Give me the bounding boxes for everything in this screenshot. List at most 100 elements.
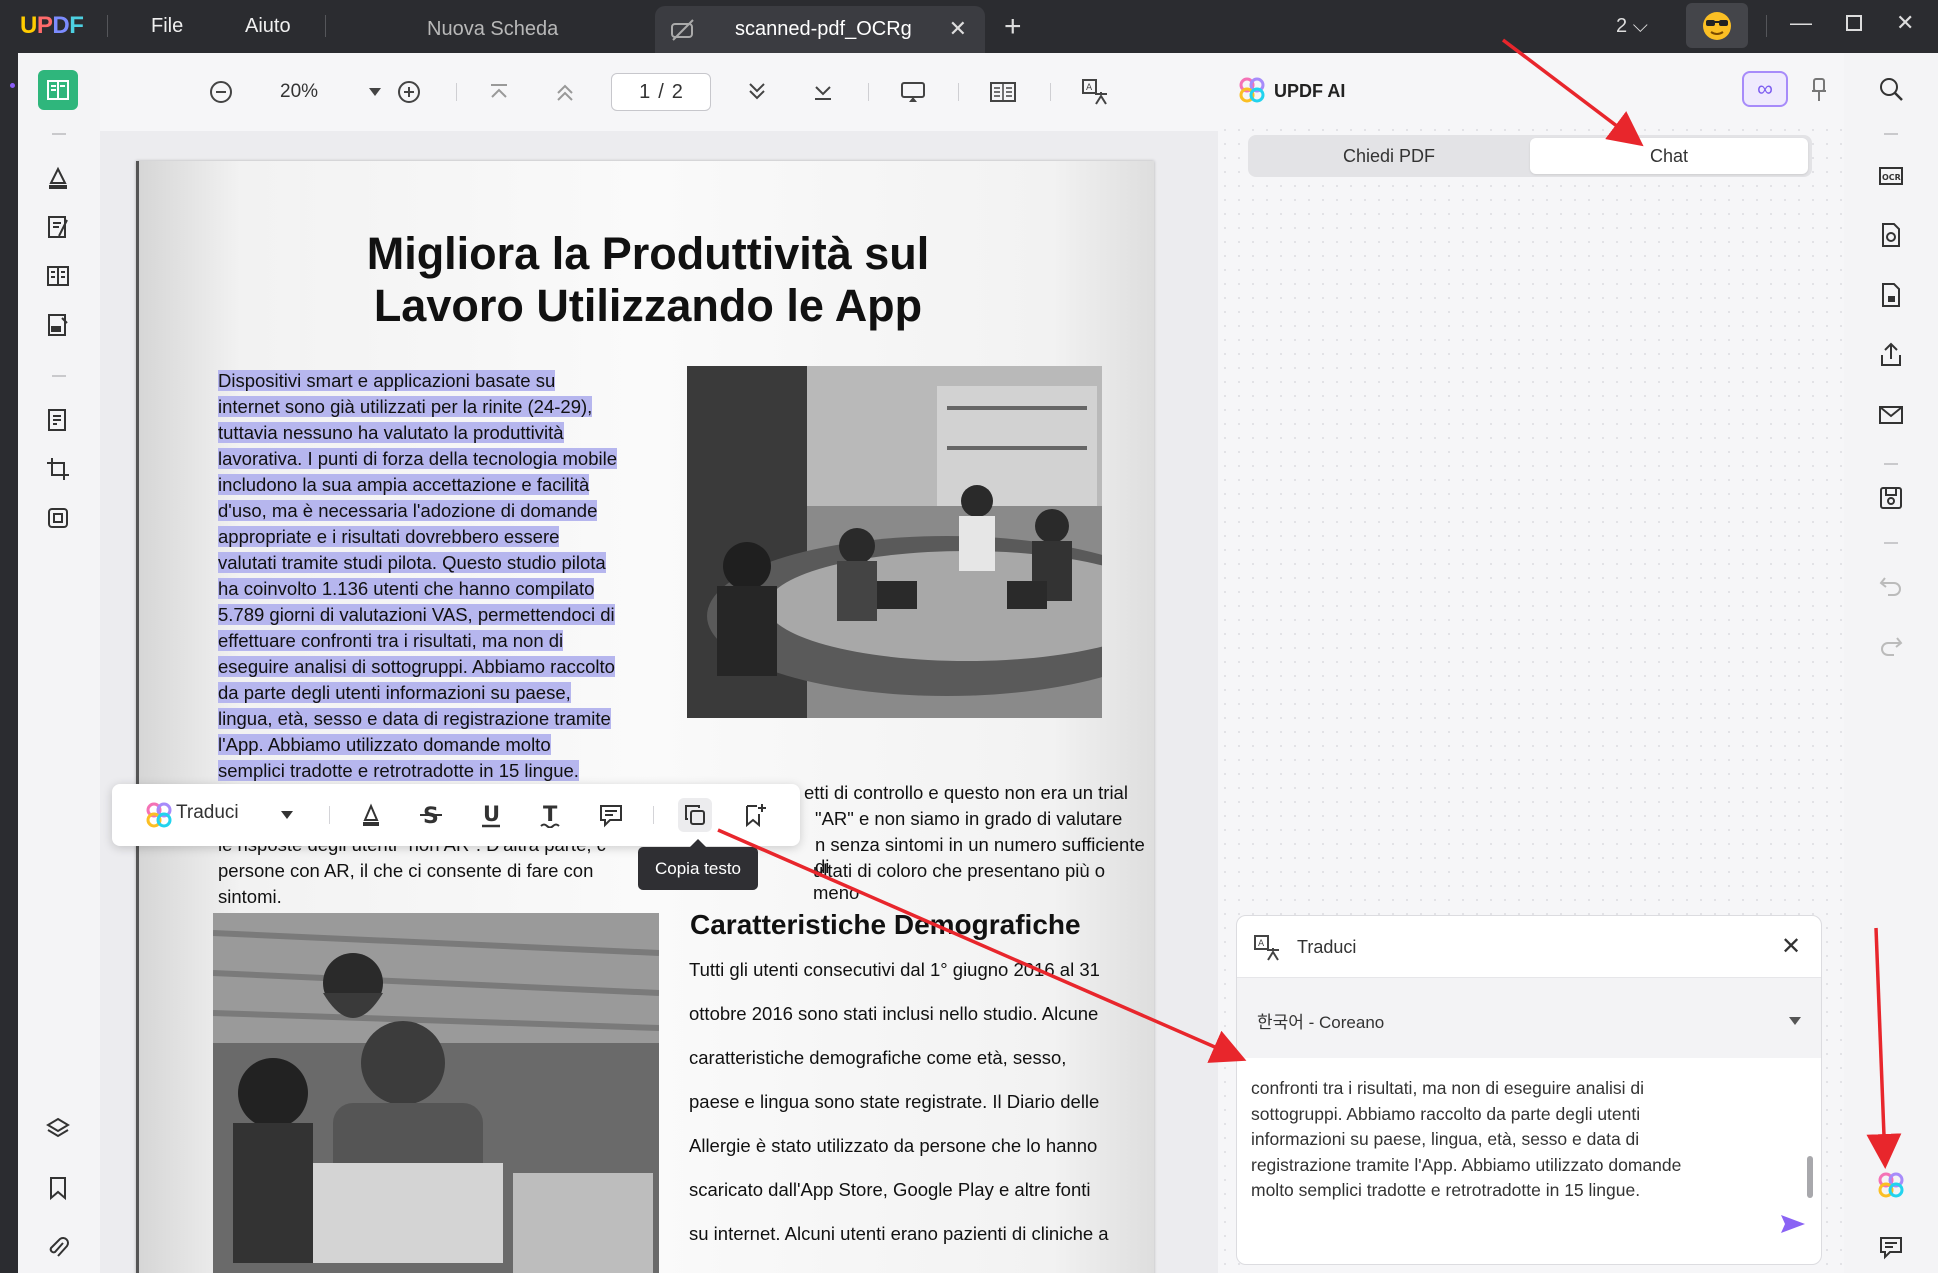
selected-line: l'App. Abbiamo utilizzato domande molto [218, 734, 551, 755]
chevron-down-icon: ⌵ [1632, 15, 1648, 37]
tab-document[interactable]: scanned-pdf_OCRg ✕ [655, 6, 985, 53]
last-page-icon[interactable] [806, 75, 840, 109]
tab-close-icon[interactable]: ✕ [949, 16, 967, 42]
copy-text-icon[interactable] [678, 798, 712, 832]
first-page-icon[interactable] [482, 75, 516, 109]
section-title: Caratteristiche Demografiche [690, 909, 1081, 940]
translate-scrollbar[interactable] [1807, 1156, 1813, 1198]
comment-tool-icon[interactable] [38, 158, 78, 198]
body-line-4b: ultati di coloro che presentano più o me… [813, 860, 1106, 903]
selected-line: appropriate e i risultati dovrebbero ess… [218, 526, 560, 547]
ocr-icon[interactable]: OCR [1873, 158, 1909, 194]
language-dropdown-icon [1789, 1012, 1801, 1030]
form-icon[interactable] [38, 305, 78, 345]
selected-line: tuttavia nessuno ha valutato la produtti… [218, 422, 564, 443]
selected-line: effettuare confronti tra i risultati, ma… [218, 630, 564, 651]
menu-help[interactable]: Aiuto [245, 15, 291, 38]
left-toolbar [10, 53, 100, 1273]
translate-card: A Traduci ✕ 한국어 - Coreano confronti tra … [1236, 915, 1822, 1265]
ai-panel: UPDF AI ∞ Chiedi PDF Chat A Traduci ✕ 한국… [1218, 53, 1844, 1273]
translate-input[interactable]: confronti tra i risultati, ma non di ese… [1251, 1076, 1801, 1204]
language-select[interactable]: 한국어 - Coreano [1237, 978, 1821, 1058]
pin-icon[interactable] [1810, 77, 1828, 108]
close-translate-icon[interactable]: ✕ [1781, 932, 1801, 961]
tab-ask-pdf[interactable]: Chiedi PDF [1251, 138, 1527, 174]
bookmark-icon[interactable] [38, 1168, 78, 1208]
translate-line: registrazione tramite l'App. Abbiamo uti… [1251, 1154, 1682, 1175]
office-meeting-photo [687, 366, 1102, 718]
squiggly-text-icon[interactable]: T [534, 798, 568, 832]
zoom-out-icon[interactable] [204, 75, 238, 109]
pdf-page: Migliora la Produttività sul Lavoro Util… [136, 161, 1154, 1273]
menu-file[interactable]: File [151, 15, 183, 38]
redo-icon[interactable] [1873, 627, 1909, 663]
zoom-dropdown-icon[interactable] [358, 75, 392, 109]
close-window-icon[interactable]: ✕ [1896, 10, 1914, 36]
translate-line: informazioni su paese, lingua, età, sess… [1251, 1129, 1640, 1149]
save-icon[interactable] [1873, 480, 1909, 516]
comment-icon[interactable] [594, 798, 628, 832]
layers-icon[interactable] [38, 1108, 78, 1148]
language-value: 한국어 - Coreano [1257, 1013, 1385, 1032]
email-icon[interactable] [1873, 397, 1909, 433]
doc-title-line2: Lavoro Utilizzando le App [373, 280, 923, 331]
updf-ai-icon[interactable] [1873, 1167, 1909, 1203]
window-count[interactable]: 2 ⌵ [1616, 15, 1648, 38]
highlight-icon[interactable] [354, 798, 388, 832]
tab-chat[interactable]: Chat [1530, 138, 1808, 174]
document-area: 20% 1 / 2 A Migliora la Produttività sul… [100, 53, 1309, 1273]
reader-mode-icon[interactable] [38, 70, 78, 110]
maximize-icon[interactable] [1845, 12, 1863, 38]
translate-card-title: Traduci [1297, 937, 1357, 957]
comments-list-icon[interactable] [1873, 1229, 1909, 1265]
selected-line: lingua, età, sesso e data di registrazio… [218, 708, 611, 729]
selected-line: 5.789 giorni di valutazioni VAS, permett… [218, 604, 615, 625]
prev-page-icon[interactable] [548, 75, 582, 109]
protect-icon[interactable] [38, 498, 78, 538]
unlimited-icon[interactable]: ∞ [1742, 71, 1788, 107]
undo-icon[interactable] [1873, 567, 1909, 603]
share-icon[interactable] [1873, 337, 1909, 373]
search-icon[interactable] [1873, 71, 1909, 107]
page-input[interactable]: 1 / 2 [611, 73, 711, 111]
convert-icon[interactable] [38, 400, 78, 440]
next-page-icon[interactable] [740, 75, 774, 109]
body-line-5: sintomi. [218, 886, 282, 907]
page-layout-icon[interactable] [986, 75, 1020, 109]
new-tab-icon[interactable]: + [1004, 10, 1022, 44]
translate-button[interactable]: Traduci [176, 802, 239, 824]
selected-paragraph[interactable]: Dispositivi smart e applicazioni basate … [218, 368, 658, 784]
tab-new[interactable]: Nuova Scheda [385, 6, 655, 53]
minimize-icon[interactable]: — [1790, 10, 1812, 36]
app-window: UPDF File Aiuto Nuova Scheda scanned-pdf… [0, 0, 1938, 1273]
selected-line: lavorativa. I punti di forza della tecno… [218, 448, 618, 469]
demographics-line: ottobre 2016 sono stati inclusi nello st… [689, 1003, 1099, 1024]
convert-pdf-icon[interactable] [1873, 217, 1909, 253]
protect-pdf-icon[interactable] [1873, 277, 1909, 313]
zoom-in-icon[interactable] [392, 75, 426, 109]
zoom-level[interactable]: 20% [280, 81, 318, 103]
avatar[interactable] [1686, 3, 1748, 48]
attachment-icon[interactable] [38, 1228, 78, 1268]
translate-dropdown-icon[interactable] [270, 798, 304, 832]
strikethrough-icon[interactable]: S [414, 798, 448, 832]
translate-card-header: A Traduci ✕ [1237, 916, 1821, 978]
demographics-line: su internet. Alcuni utenti erano pazient… [689, 1223, 1109, 1244]
translate-page-icon[interactable]: A [1078, 75, 1112, 109]
demographics-line: Allergie è stato utilizzato da persone c… [689, 1135, 1098, 1156]
add-bookmark-icon[interactable] [738, 798, 772, 832]
selected-line: eseguire analisi di sottogruppi. Abbiamo… [218, 656, 615, 677]
send-icon[interactable] [1779, 1212, 1807, 1241]
crop-icon[interactable] [38, 449, 78, 489]
tab-document-label: scanned-pdf_OCRg [735, 18, 912, 40]
svg-text:OCR: OCR [1882, 173, 1901, 182]
page-organize-icon[interactable] [38, 256, 78, 296]
underline-icon[interactable]: U [474, 798, 508, 832]
presentation-icon[interactable] [896, 75, 930, 109]
selected-line: Dispositivi smart e applicazioni basate … [218, 370, 556, 391]
body-line-4a: persone con AR, il che ci consente di fa… [218, 860, 594, 881]
ai-translate-icon[interactable] [142, 798, 176, 832]
title-bar: UPDF File Aiuto Nuova Scheda scanned-pdf… [0, 0, 1938, 53]
updf-ai-logo-icon [1238, 76, 1266, 109]
edit-pdf-icon[interactable] [38, 207, 78, 247]
